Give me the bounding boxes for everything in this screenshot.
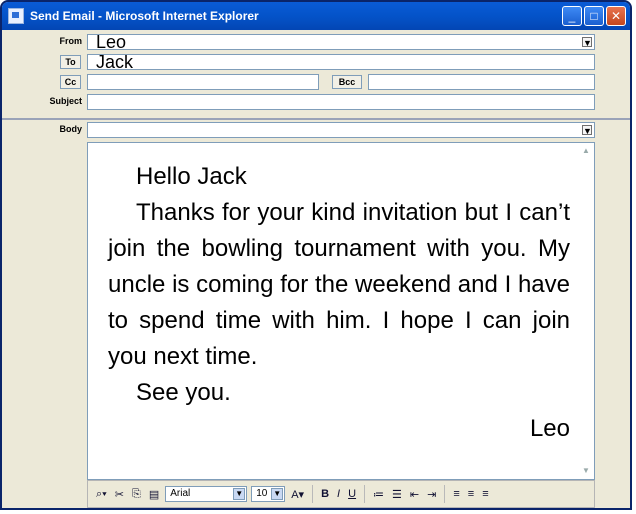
format-toolbar: ⌕▾ ✂ ⎘ ▤ Arial ▼ 10 ▼ A▾ B I U ≔ ☰ ⇤ ⇥ ≡… — [87, 480, 595, 508]
subject-label: Subject — [49, 96, 82, 106]
copy-icon[interactable]: ⎘ — [130, 488, 143, 501]
message-paragraph: Thanks for your kind invitation but I ca… — [108, 199, 570, 370]
toolbar-divider — [364, 485, 366, 503]
chevron-down-icon[interactable]: ▼ — [271, 488, 284, 500]
header-divider — [2, 118, 630, 120]
to-input[interactable]: Jack — [87, 54, 595, 70]
body-format-select[interactable]: ▼ — [87, 122, 595, 138]
indent-icon[interactable]: ⇥ — [425, 488, 438, 501]
bold-button[interactable]: B — [319, 488, 331, 500]
paste-icon[interactable]: ▤ — [147, 488, 161, 501]
window-title: Send Email - Microsoft Internet Explorer — [30, 9, 259, 23]
subject-input[interactable] — [87, 94, 595, 110]
scroll-up-icon[interactable]: ▲ — [580, 145, 592, 157]
subject-row: Subject — [2, 94, 630, 112]
from-select[interactable]: Leo ▼ — [87, 34, 595, 50]
toolbar-divider — [444, 485, 446, 503]
email-window: Send Email - Microsoft Internet Explorer… — [0, 0, 632, 510]
align-center-icon[interactable]: ≡ — [466, 488, 476, 500]
chevron-down-icon[interactable]: ▼ — [582, 125, 592, 136]
to-button[interactable]: To — [60, 55, 81, 69]
from-label: From — [59, 36, 83, 46]
minimize-button[interactable]: _ — [562, 6, 582, 26]
bulleted-list-icon[interactable]: ☰ — [390, 488, 404, 501]
close-button[interactable]: ✕ — [606, 6, 626, 26]
font-size-value: 10 — [256, 488, 268, 499]
font-name-select[interactable]: Arial ▼ — [165, 486, 248, 502]
body-label: Body — [59, 124, 83, 134]
body-row: Body ▼ — [2, 122, 630, 140]
align-right-icon[interactable]: ≡ — [480, 488, 490, 500]
ie-app-icon — [8, 8, 24, 24]
font-size-select[interactable]: 10 ▼ — [251, 486, 286, 502]
editor-scrollbar[interactable]: ▲ ▼ — [578, 143, 594, 479]
cut-icon[interactable]: ✂ — [113, 488, 126, 501]
find-icon[interactable]: ⌕▾ — [94, 488, 109, 501]
bcc-button[interactable]: Bcc — [332, 75, 362, 89]
outdent-icon[interactable]: ⇤ — [408, 488, 421, 501]
toolbar-divider — [312, 485, 314, 503]
message-signature: Leo — [529, 415, 570, 442]
to-row: To Jack — [2, 54, 630, 72]
to-value: Jack — [96, 54, 134, 70]
window-controls: _ □ ✕ — [562, 6, 626, 26]
message-closing: See you. — [136, 379, 231, 406]
message-greeting: Hello Jack — [136, 163, 247, 190]
align-left-icon[interactable]: ≡ — [451, 488, 461, 500]
chevron-down-icon[interactable]: ▼ — [233, 488, 246, 500]
title-bar: Send Email - Microsoft Internet Explorer… — [2, 2, 630, 30]
numbered-list-icon[interactable]: ≔ — [371, 488, 386, 501]
maximize-button[interactable]: □ — [584, 6, 604, 26]
bcc-input[interactable] — [368, 74, 595, 90]
message-text[interactable]: Hello Jack Thanks for your kind invitati… — [108, 159, 570, 447]
from-row: From Leo ▼ — [2, 34, 630, 52]
chevron-down-icon[interactable]: ▼ — [582, 37, 592, 48]
cc-bcc-row: Cc Bcc — [2, 74, 630, 92]
from-value: Leo — [96, 34, 127, 50]
font-name-value: Arial — [170, 488, 191, 499]
italic-button[interactable]: I — [335, 488, 342, 500]
message-editor[interactable]: Hello Jack Thanks for your kind invitati… — [87, 142, 595, 480]
font-color-icon[interactable]: A▾ — [289, 488, 306, 501]
cc-input[interactable] — [87, 74, 319, 90]
cc-button[interactable]: Cc — [60, 75, 81, 89]
scroll-down-icon[interactable]: ▼ — [580, 465, 592, 477]
email-header-fields: From Leo ▼ To Jack Cc Bcc Subject — [2, 30, 630, 120]
underline-button[interactable]: U — [346, 488, 358, 500]
